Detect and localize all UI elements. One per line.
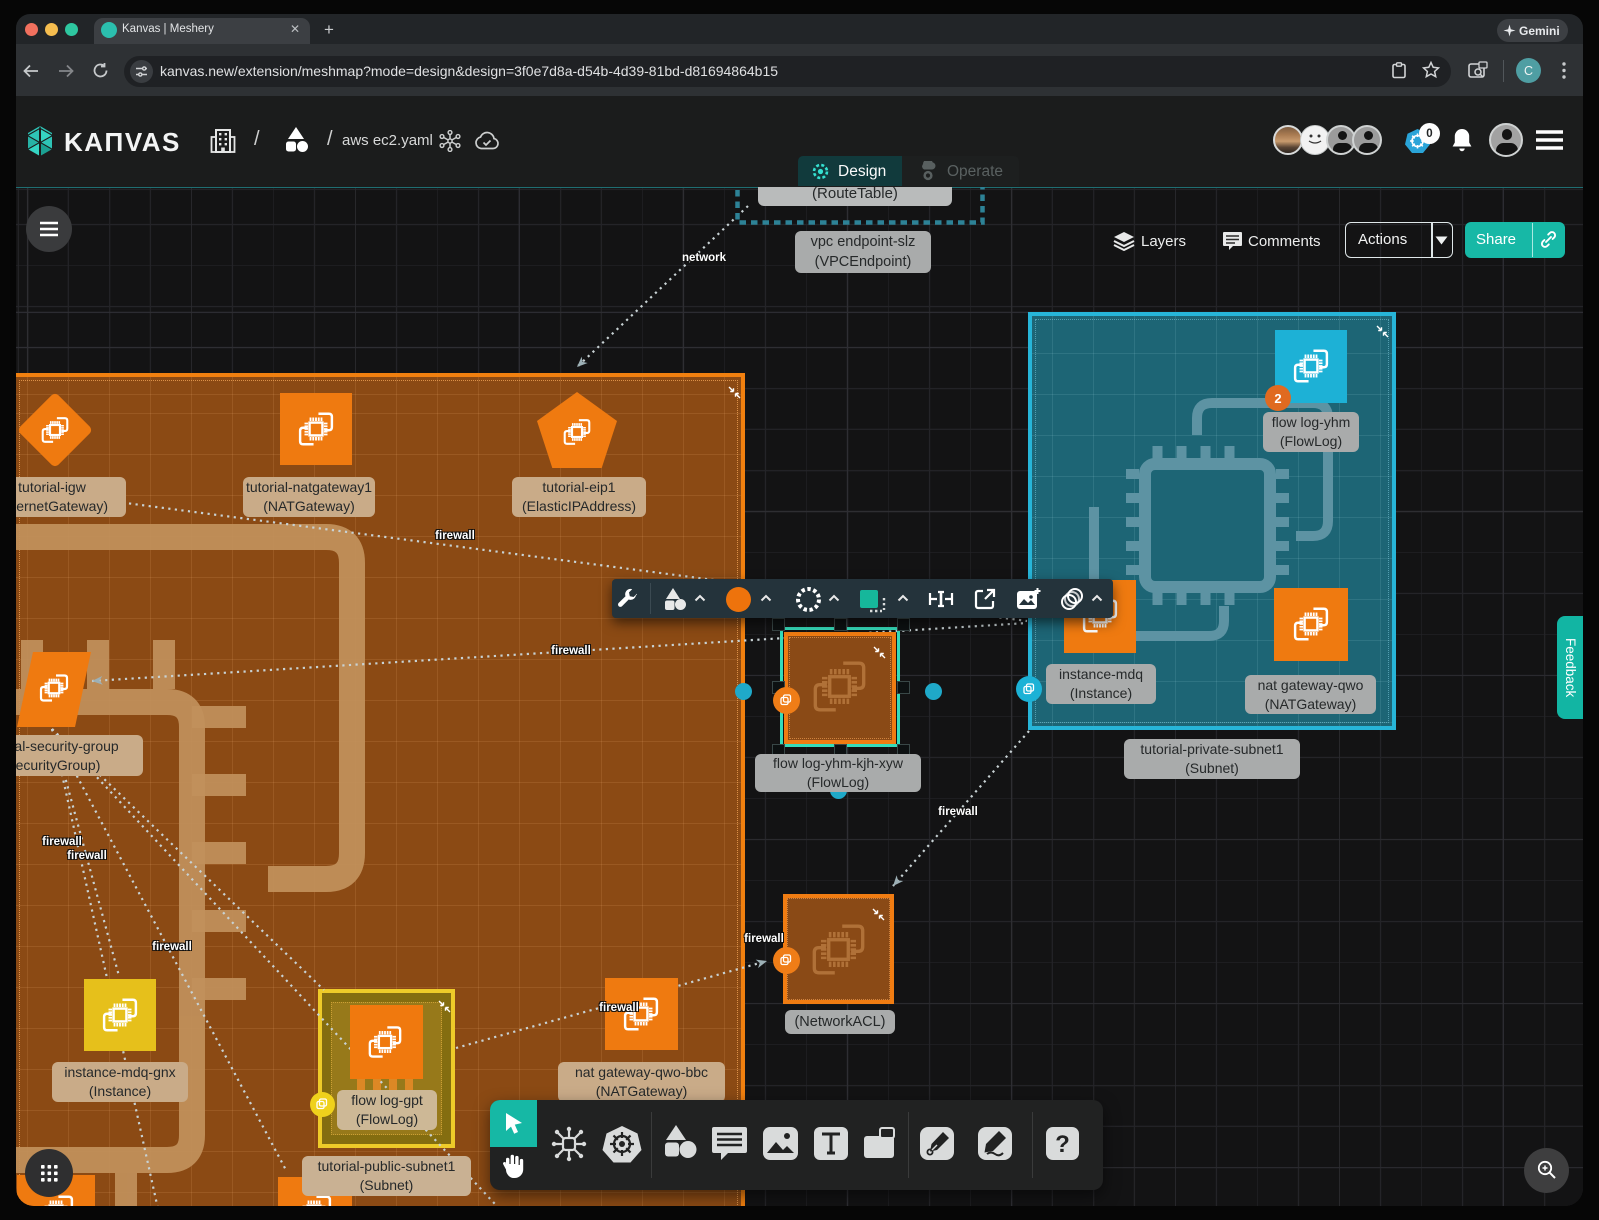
svg-text:?: ? — [1055, 1131, 1070, 1158]
